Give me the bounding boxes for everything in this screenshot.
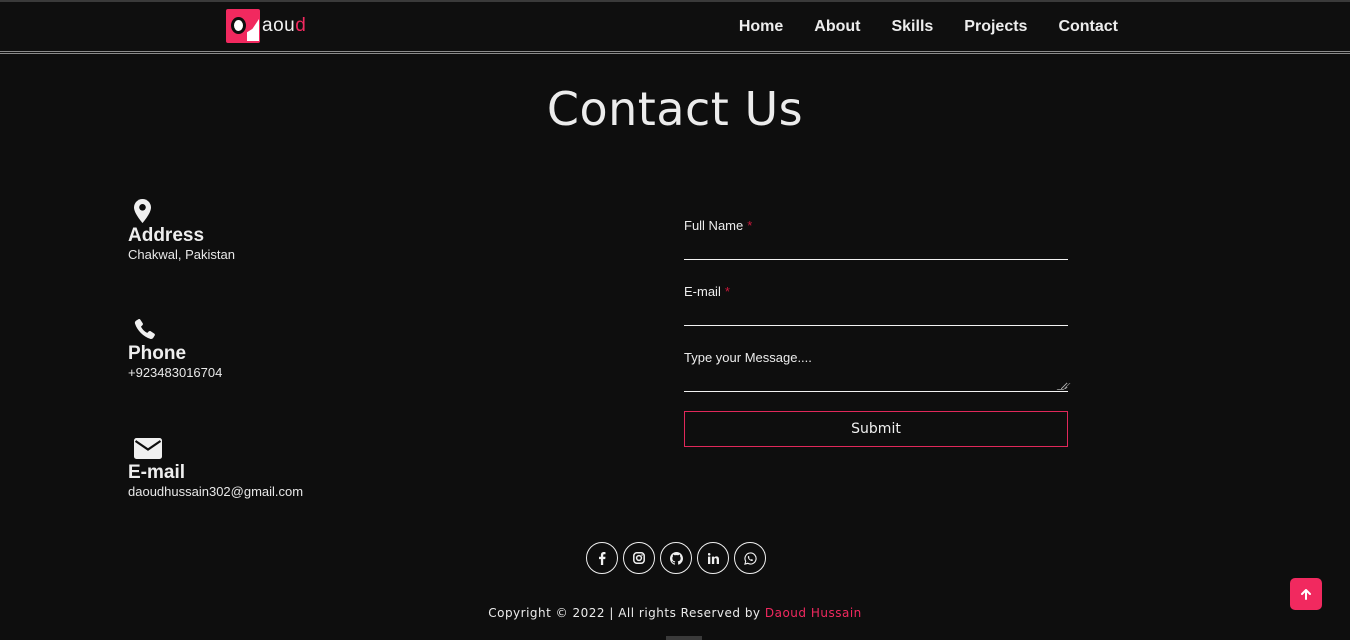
email-value: daoudhussain302@gmail.com xyxy=(128,484,304,499)
nav-link-skills[interactable]: Skills xyxy=(891,18,933,36)
phone-icon xyxy=(134,315,222,343)
submit-button[interactable]: Submit xyxy=(684,411,1068,447)
nav-link-projects[interactable]: Projects xyxy=(964,18,1027,36)
map-pin-icon xyxy=(134,197,235,225)
github-icon[interactable] xyxy=(660,542,692,574)
full-name-input[interactable] xyxy=(684,238,1068,258)
address-value: Chakwal, Pakistan xyxy=(128,247,235,262)
copyright: Copyright © 2022 | All rights Reserved b… xyxy=(488,606,862,620)
page-title: Contact Us xyxy=(546,82,804,136)
scroll-indicator xyxy=(666,636,702,640)
nav-link-contact[interactable]: Contact xyxy=(1058,18,1118,36)
email-field: E-mail * xyxy=(684,284,1068,350)
email-label: E-mail * xyxy=(684,284,730,299)
full-name-field: Full Name * xyxy=(684,218,1068,284)
linkedin-icon[interactable] xyxy=(697,542,729,574)
nav-link-about[interactable]: About xyxy=(814,18,860,36)
navbar: aoud Home About Skills Projects Contact xyxy=(0,0,1350,54)
address-heading: Address xyxy=(128,225,205,246)
site-logo[interactable]: aoud xyxy=(226,9,306,43)
arrow-up-icon xyxy=(1301,588,1311,600)
instagram-icon[interactable] xyxy=(623,542,655,574)
nav-links: Home About Skills Projects Contact xyxy=(739,18,1118,36)
message-field: Type your Message.... xyxy=(684,350,1071,416)
back-to-top-button[interactable] xyxy=(1290,578,1322,610)
contact-form: Full Name * E-mail * Type your Message.... xyxy=(684,218,1071,416)
envelope-icon xyxy=(134,434,303,462)
email-heading: E-mail xyxy=(128,462,186,483)
logo-mark-icon xyxy=(226,9,260,43)
logo-text: aoud xyxy=(262,15,307,36)
message-label: Type your Message.... xyxy=(684,350,812,365)
social-links xyxy=(586,542,766,574)
contact-email: E-mail daoudhussain302@gmail.com xyxy=(128,434,303,500)
phone-value: +923483016704 xyxy=(128,365,223,380)
message-input[interactable] xyxy=(684,370,1068,390)
email-input[interactable] xyxy=(684,304,1068,324)
phone-heading: Phone xyxy=(128,343,187,364)
facebook-icon[interactable] xyxy=(586,542,618,574)
whatsapp-icon[interactable] xyxy=(734,542,766,574)
nav-link-home[interactable]: Home xyxy=(739,18,783,36)
contact-address: Address Chakwal, Pakistan xyxy=(128,197,235,263)
contact-phone: Phone +923483016704 xyxy=(128,315,222,381)
author-link[interactable]: Daoud Hussain xyxy=(765,606,862,620)
full-name-label: Full Name * xyxy=(684,218,753,233)
